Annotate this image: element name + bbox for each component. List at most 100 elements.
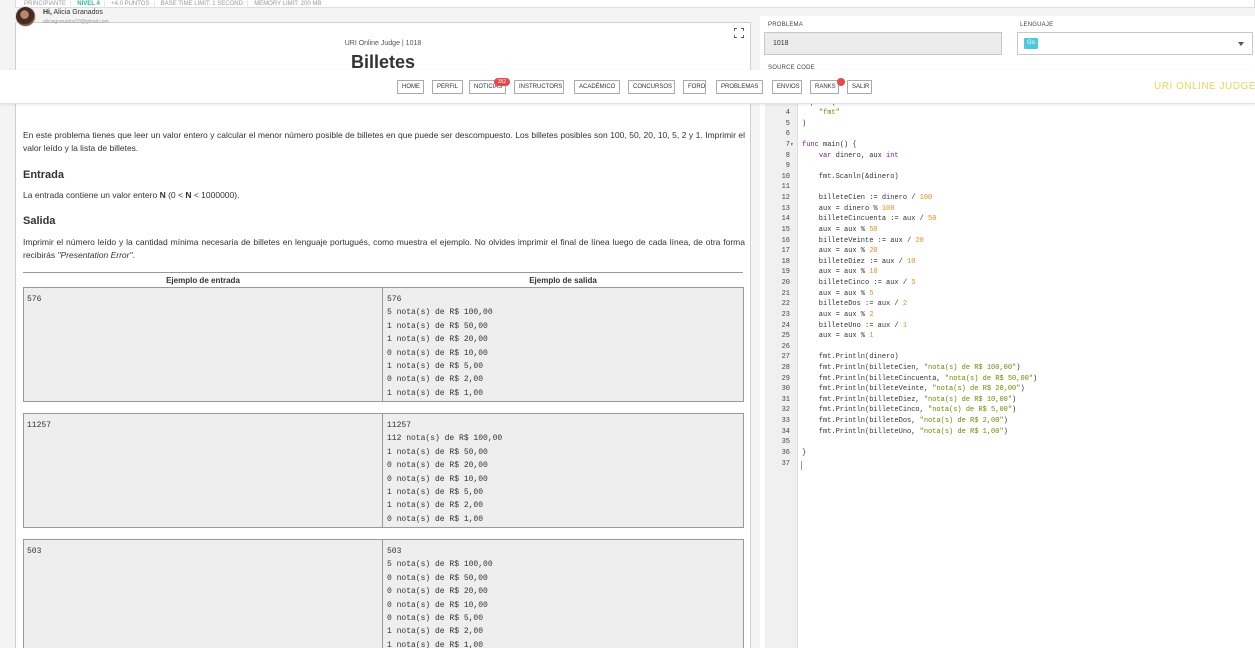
code-line: 17 aux = aux % 20 [765, 246, 1255, 257]
problem-number-input[interactable]: 1018 [764, 32, 1002, 55]
code-text: var dinero, aux int [818, 151, 899, 160]
code-line: 35 [765, 437, 1255, 448]
input-description: La entrada contiene un valor entero N (0… [23, 190, 240, 200]
code-line: 27 fmt.Println(dinero) [765, 352, 1255, 363]
input-section-title: Entrada [23, 169, 64, 181]
fold-arrow-icon[interactable]: ▾ [790, 140, 796, 151]
example-output-line: 1 nota(s) de R$ 20,00 [387, 335, 488, 345]
example-output-line: 0 nota(s) de R$ 50,00 [387, 573, 488, 583]
nav-perfil-button[interactable]: PERFIL [432, 80, 463, 94]
language-select[interactable]: Go [1017, 32, 1253, 55]
example-output-line: 0 nota(s) de R$ 10,00 [387, 474, 488, 484]
nav-ranks-button[interactable]: RANKS [810, 80, 839, 94]
line-number: 31 [781, 395, 790, 404]
example-output-line: 1 nota(s) de R$ 50,00 [387, 447, 488, 457]
meta-category: PRINCIPIANTE [24, 1, 67, 7]
line-number: 8 [785, 151, 790, 160]
example-output-line: 1 nota(s) de R$ 5,00 [387, 488, 484, 498]
line-number: 36 [781, 448, 790, 457]
nav-instructors-button[interactable]: INSTRUCTORS [514, 80, 564, 94]
line-number: 26 [781, 342, 790, 351]
code-text: fmt.Scanln(&dinero) [802, 172, 899, 181]
line-number: 9 [785, 162, 790, 171]
line-number: 37 [781, 459, 790, 468]
ranks-notification-dot [837, 78, 845, 86]
example-output-line: 11257 [387, 421, 412, 430]
nav-academico-button[interactable]: ACADÉMICO [574, 80, 620, 94]
code-line: 13 aux = dinero % 100 [765, 204, 1255, 215]
line-number: 5 [785, 119, 790, 128]
example-output-line: 1 nota(s) de R$ 1,00 [387, 388, 484, 398]
line-number: 12 [781, 194, 790, 203]
code-text: billeteDiez := aux / 10 [802, 257, 916, 266]
nav-salir-button[interactable]: SALIR [847, 80, 872, 94]
code-line: 28 fmt.Println(billeteCien, "nota(s) de … [765, 363, 1255, 374]
user-email: aliciagranados33@gmail.com [43, 19, 109, 25]
example-input: 503 [24, 540, 383, 648]
examples-header-output: Ejemplo de salida [383, 272, 743, 286]
code-line: 31 fmt.Println(billeteDiez, "nota(s) de … [765, 395, 1255, 406]
example-output: 11257 112 nota(s) de R$ 100,00 1 nota(s) d… [384, 414, 744, 531]
language-label: LENGUAJE [1020, 22, 1054, 28]
code-line: 22 billeteDos := aux / 2 [765, 299, 1255, 310]
avatar[interactable] [15, 6, 36, 27]
line-number: 16 [781, 236, 790, 245]
user-greeting: Hi, Alicia Granados [43, 9, 103, 16]
code-text: billeteCincuenta := aux / 50 [802, 215, 937, 224]
code-text: func main() { [802, 140, 857, 149]
code-line: 37 [765, 459, 1255, 470]
code-text: billeteCien := dinero / 100 [802, 194, 933, 203]
chevron-down-icon [1238, 42, 1244, 46]
line-number: 29 [781, 374, 790, 383]
example-output-line: 5 nota(s) de R$ 100,00 [387, 560, 493, 570]
brand-logo[interactable]: URI ONLINE JUDGE [1154, 81, 1255, 92]
code-text: billeteDos := aux / 2 [802, 300, 908, 309]
line-number: 33 [781, 417, 790, 426]
nav-home-button[interactable]: HOME [397, 80, 424, 94]
example-input: 11257 [24, 414, 383, 527]
line-number: 7 [785, 140, 790, 149]
nav-concursos-button[interactable]: CONCURSOS [628, 80, 675, 94]
example-output-line: 576 [387, 295, 402, 304]
expand-icon[interactable] [734, 28, 744, 38]
nav-problemas-button[interactable]: PROBLEMAS [716, 80, 763, 94]
code-text: aux = aux % 2 [802, 310, 874, 319]
code-line: 33 fmt.Println(billeteDos, "nota(s) de R… [765, 416, 1255, 427]
line-number: 23 [781, 310, 790, 319]
line-number: 18 [781, 257, 790, 266]
code-text: "fmt" [818, 109, 840, 118]
code-line: 30 fmt.Println(billeteVeinte, "nota(s) d… [765, 384, 1255, 395]
line-number: 30 [781, 385, 790, 394]
code-text: billeteVeinte := aux / 20 [802, 236, 924, 245]
line-number: 22 [781, 300, 790, 309]
line-number: 32 [781, 406, 790, 415]
code-line: 15 aux = aux % 50 [765, 225, 1255, 236]
line-number: 4 [785, 109, 790, 118]
code-text: fmt.Println(billeteCien, "nota(s) de R$ … [802, 364, 1021, 372]
line-number: 13 [781, 204, 790, 213]
problem-description: En este problema tienes que leer un valo… [23, 130, 745, 153]
code-line: 23 aux = aux % 2 [765, 310, 1255, 321]
example-output-line: 0 nota(s) de R$ 10,00 [387, 348, 488, 358]
examples-header-input: Ejemplo de entrada [23, 272, 383, 286]
judge-line: URI Online Judge | 1018 [344, 40, 422, 47]
code-line: 8 var dinero, aux int [765, 151, 1255, 162]
code-line: 14 billeteCincuenta := aux / 50 [765, 214, 1255, 225]
code-text: aux = aux % 20 [802, 247, 878, 256]
nav-foro-button[interactable]: FORO [683, 80, 706, 94]
nav-envios-button[interactable]: ENVIOS [772, 80, 802, 94]
line-number: 10 [781, 172, 790, 181]
code-line: 25 aux = aux % 1 [765, 331, 1255, 342]
code-text: aux = aux % 10 [802, 268, 878, 277]
code-text: billeteUno := aux / 1 [802, 321, 908, 330]
example-input: 576 [24, 288, 383, 401]
code-line: 9 [765, 161, 1255, 172]
output-description: Imprimir el número leído y la cantidad m… [23, 237, 745, 260]
line-number: 28 [781, 364, 790, 372]
line-number: 20 [781, 279, 790, 288]
code-text: fmt.Println(billeteUno, "nota(s) de R$ 1… [802, 427, 1008, 436]
code-text: ) [802, 119, 807, 128]
line-number: 15 [781, 225, 790, 234]
line-number: 34 [781, 427, 790, 436]
code-line: 7 ▾ func main() { [765, 140, 1255, 151]
